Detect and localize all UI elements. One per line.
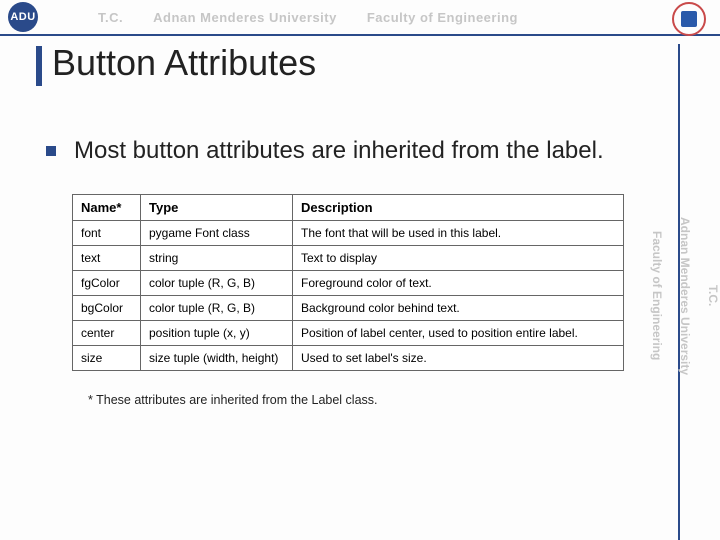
bullet-icon — [46, 146, 56, 156]
university-logo-icon: ADU — [8, 2, 38, 32]
attributes-table: Name* Type Description font pygame Font … — [72, 194, 624, 371]
sidebar-watermark: T.C. Adnan Menderes University Faculty o… — [678, 44, 720, 540]
table-row: text string Text to display — [73, 246, 624, 271]
header-university: Adnan Menderes University — [153, 10, 337, 25]
cell-name: fgColor — [73, 271, 141, 296]
header-tc: T.C. — [98, 10, 123, 25]
cell-type: string — [141, 246, 293, 271]
table-row: bgColor color tuple (R, G, B) Background… — [73, 296, 624, 321]
cell-type: size tuple (width, height) — [141, 346, 293, 371]
table-row: center position tuple (x, y) Position of… — [73, 321, 624, 346]
bullet-text: Most button attributes are inherited fro… — [74, 136, 604, 166]
table-row: fgColor color tuple (R, G, B) Foreground… — [73, 271, 624, 296]
side-university: Adnan Menderes University — [678, 217, 692, 375]
cell-type: color tuple (R, G, B) — [141, 296, 293, 321]
slide-content: Button Attributes Most button attributes… — [0, 38, 676, 540]
cell-desc: Foreground color of text. — [293, 271, 624, 296]
seal-icon — [672, 2, 706, 36]
cell-name: font — [73, 221, 141, 246]
cell-desc: The font that will be used in this label… — [293, 221, 624, 246]
cell-name: size — [73, 346, 141, 371]
cell-desc: Text to display — [293, 246, 624, 271]
header-watermark: ADU T.C. Adnan Menderes University Facul… — [0, 0, 720, 36]
table-header-row: Name* Type Description — [73, 195, 624, 221]
cell-type: color tuple (R, G, B) — [141, 271, 293, 296]
cell-name: center — [73, 321, 141, 346]
cell-desc: Used to set label's size. — [293, 346, 624, 371]
cell-name: text — [73, 246, 141, 271]
table-row: size size tuple (width, height) Used to … — [73, 346, 624, 371]
col-header-name: Name* — [73, 195, 141, 221]
footnote: * These attributes are inherited from th… — [88, 393, 676, 407]
col-header-desc: Description — [293, 195, 624, 221]
cell-name: bgColor — [73, 296, 141, 321]
side-tc: T.C. — [706, 285, 720, 306]
header-faculty: Faculty of Engineering — [367, 10, 518, 25]
cell-type: pygame Font class — [141, 221, 293, 246]
cell-desc: Background color behind text. — [293, 296, 624, 321]
cell-type: position tuple (x, y) — [141, 321, 293, 346]
bullet-item: Most button attributes are inherited fro… — [46, 136, 676, 166]
table-row: font pygame Font class The font that wil… — [73, 221, 624, 246]
page-title: Button Attributes — [52, 42, 676, 84]
col-header-type: Type — [141, 195, 293, 221]
cell-desc: Position of label center, used to positi… — [293, 321, 624, 346]
